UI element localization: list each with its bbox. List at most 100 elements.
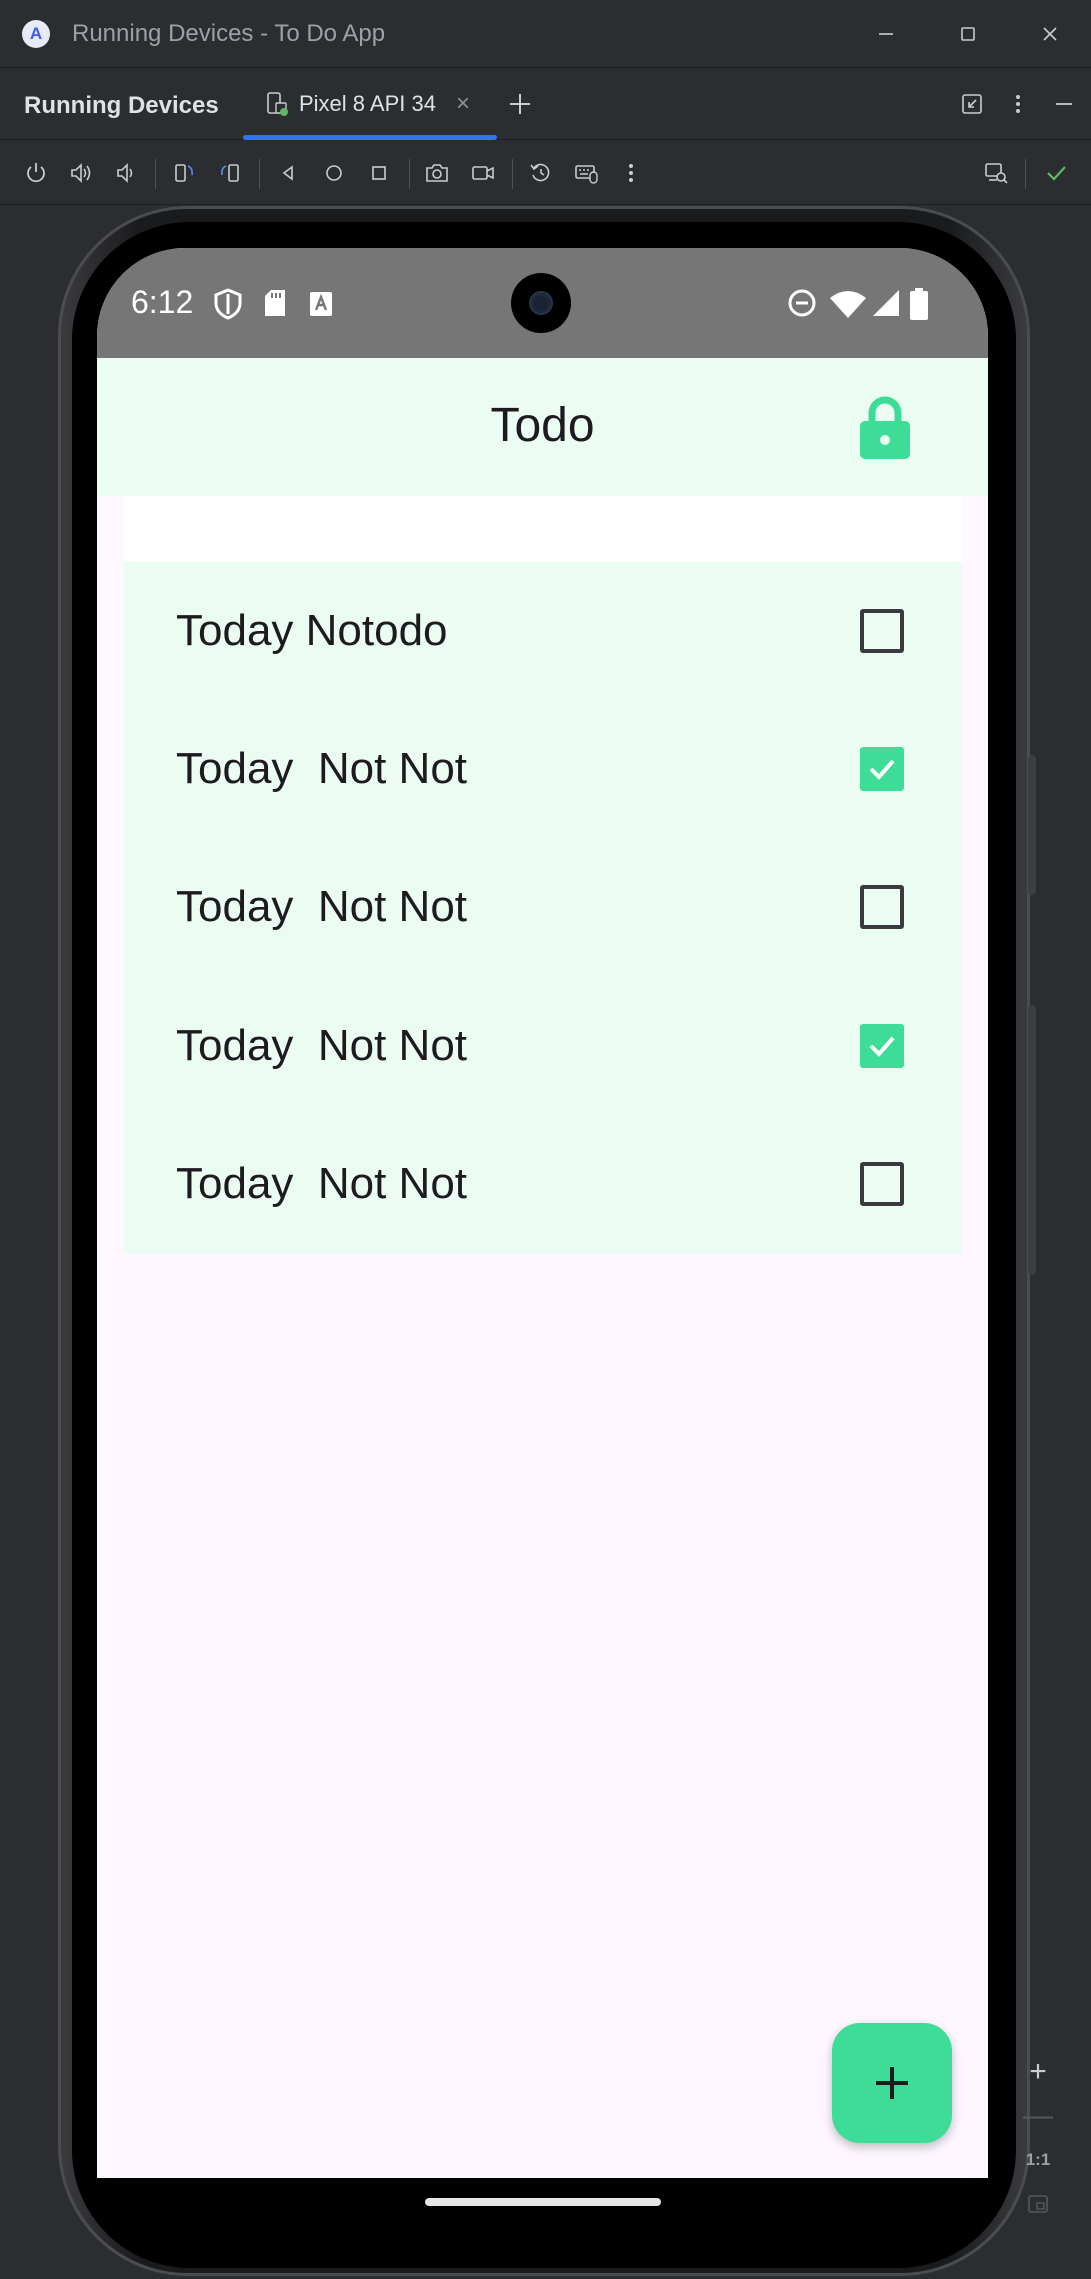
snapshot-icon <box>530 163 550 182</box>
check-icon <box>1047 166 1066 181</box>
tool-window-header: Running Devices Pixel 8 API 34 × <box>0 68 1091 140</box>
app-top-bar: Todo <box>97 358 988 496</box>
todo-list: Today Notodo Today Not Not Today Not Not… <box>124 562 962 1254</box>
android-status-bar: 6:12 <box>97 248 988 358</box>
battery-icon <box>910 288 928 320</box>
screenshot-button[interactable] <box>419 155 455 191</box>
status-ok-indicator[interactable] <box>1038 155 1074 191</box>
todo-text: Today Not Not <box>176 744 468 793</box>
tool-window-title: Running Devices <box>24 92 219 119</box>
hide-tool-window-button[interactable] <box>1041 81 1087 127</box>
toolbar-separator <box>155 159 156 189</box>
rotate-left-button[interactable] <box>166 155 202 191</box>
todo-item[interactable]: Today Not Not <box>124 700 962 838</box>
fit-screen-button[interactable] <box>1018 2182 1058 2226</box>
toolbar-separator <box>409 159 410 189</box>
toolbar-separator <box>512 159 513 189</box>
zoom-controls: + — 1:1 <box>1018 2050 1058 2250</box>
snapshot-button[interactable] <box>523 155 559 191</box>
todo-item[interactable]: Today Not Not <box>124 1115 962 1253</box>
phone-screen[interactable]: 6:12 Todo Today Notodo Today Not Not Tod… <box>97 248 988 2178</box>
volume-down-button[interactable] <box>108 155 144 191</box>
checkmark-icon <box>869 1036 895 1057</box>
close-button[interactable] <box>1009 0 1091 68</box>
todo-item[interactable]: Today Not Not <box>124 838 962 976</box>
device-mirroring-settings-button[interactable] <box>978 155 1014 191</box>
power-button[interactable] <box>18 155 54 191</box>
gesture-home-bar[interactable] <box>425 2198 661 2206</box>
todo-checkbox[interactable] <box>860 609 904 653</box>
todo-text: Today Not Not <box>176 882 468 931</box>
dnd-icon <box>788 289 816 317</box>
overview-button[interactable] <box>361 155 397 191</box>
list-header-spacer <box>124 496 962 562</box>
close-icon <box>1043 27 1057 41</box>
hide-icon <box>1056 103 1072 105</box>
device-toolbar <box>0 141 1091 205</box>
keyboard-mouse-button[interactable] <box>569 155 605 191</box>
phone-side-button <box>1028 1005 1036 1275</box>
overview-icon <box>372 166 386 180</box>
rotate-right-button[interactable] <box>212 155 248 191</box>
minimize-icon <box>879 33 893 35</box>
rotate-left-icon <box>175 164 193 182</box>
actual-size-button[interactable]: 1:1 <box>1018 2138 1058 2182</box>
collapse-icon <box>962 94 982 114</box>
plus-icon <box>876 2067 908 2099</box>
fit-screen-icon <box>1028 2195 1048 2213</box>
window-title: Running Devices - To Do App <box>72 19 386 47</box>
volume-up-icon <box>71 163 91 183</box>
rotate-right-icon <box>221 164 239 182</box>
checkmark-icon <box>869 759 895 780</box>
todo-item[interactable]: Today Not Not <box>124 977 962 1115</box>
home-icon <box>326 165 342 181</box>
mirror-settings-icon <box>985 163 1008 184</box>
back-button[interactable] <box>270 155 306 191</box>
add-device-tab-button[interactable] <box>502 86 538 122</box>
sd-card-icon <box>265 290 285 316</box>
android-studio-icon: A <box>22 19 50 48</box>
todo-text: Today Not Not <box>176 1021 468 1070</box>
todo-checkbox[interactable] <box>860 747 904 791</box>
add-icon <box>510 94 530 114</box>
zoom-in-button[interactable]: + <box>1018 2050 1058 2094</box>
window-title-bar: A Running Devices - To Do App <box>0 0 1091 68</box>
tab-label: Pixel 8 API 34 <box>299 91 436 116</box>
volume-up-button[interactable] <box>63 155 99 191</box>
more-toolbar-button[interactable] <box>613 155 649 191</box>
more-vert-icon <box>629 164 633 182</box>
a-box-icon <box>310 292 332 316</box>
todo-text: Today Not Not <box>176 1159 468 1208</box>
todo-checkbox[interactable] <box>860 1162 904 1206</box>
screenshot-icon <box>426 164 448 182</box>
todo-item[interactable]: Today Notodo <box>124 562 962 700</box>
home-button[interactable] <box>316 155 352 191</box>
wifi-icon <box>830 291 866 318</box>
todo-checkbox[interactable] <box>860 1024 904 1068</box>
collapse-button[interactable] <box>949 81 995 127</box>
device-tab-icon <box>267 92 288 116</box>
lock-button[interactable] <box>849 392 921 464</box>
toolbar-separator <box>259 159 260 189</box>
back-icon <box>282 165 293 181</box>
todo-checkbox[interactable] <box>860 885 904 929</box>
maximize-icon <box>961 27 975 41</box>
tool-window-actions <box>949 68 1091 140</box>
more-vert-icon <box>1016 95 1020 113</box>
tab-close-icon[interactable]: × <box>456 90 470 118</box>
front-camera <box>511 273 571 333</box>
volume-down-icon <box>117 163 133 183</box>
zoom-out-button[interactable]: — <box>1018 2094 1058 2138</box>
screen-record-icon <box>472 166 494 180</box>
minimize-button[interactable] <box>845 0 927 68</box>
status-clock: 6:12 <box>131 284 194 320</box>
shield-icon <box>214 288 242 320</box>
phone-side-button <box>1028 755 1036 895</box>
screen-record-button[interactable] <box>465 155 501 191</box>
maximize-button[interactable] <box>927 0 1009 68</box>
window-controls <box>845 0 1091 68</box>
more-options-button[interactable] <box>995 81 1041 127</box>
add-todo-fab[interactable] <box>832 2023 952 2143</box>
keyboard-mouse-icon <box>575 165 598 184</box>
tab-pixel-8-api-34[interactable]: Pixel 8 API 34 × <box>243 68 497 140</box>
